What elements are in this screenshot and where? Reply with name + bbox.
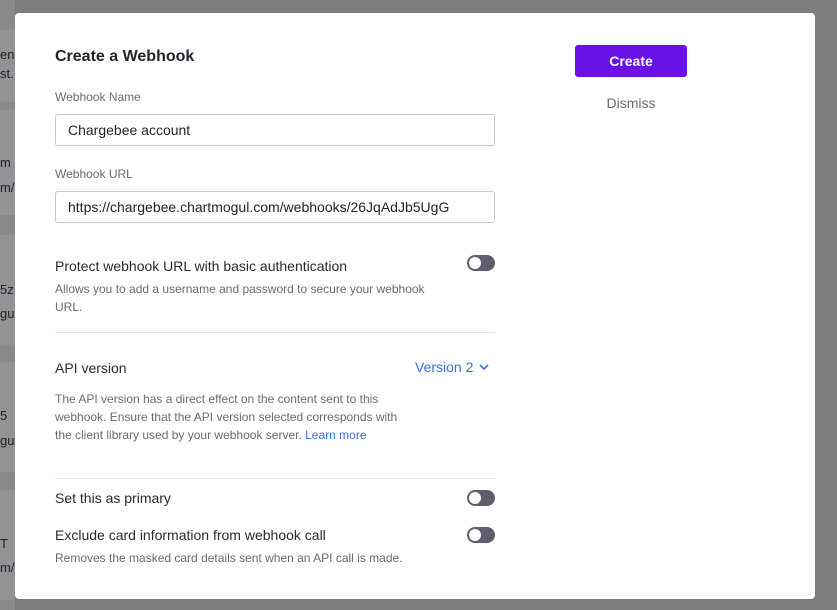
background-text: m/ (0, 560, 15, 575)
background-text: gul (0, 306, 15, 321)
webhook-url-input[interactable] (55, 191, 495, 223)
basic-auth-label: Protect webhook URL with basic authentic… (55, 258, 348, 274)
create-button[interactable]: Create (575, 45, 687, 77)
exclude-card-label: Exclude card information from webhook ca… (55, 527, 326, 543)
webhook-name-label: Webhook Name (55, 90, 141, 104)
learn-more-link[interactable]: Learn more (305, 428, 366, 442)
primary-toggle[interactable] (467, 490, 495, 506)
exclude-card-help: Removes the masked card details sent whe… (55, 551, 403, 565)
webhook-url-label: Webhook URL (55, 167, 133, 181)
background-text: st. (0, 66, 14, 81)
basic-auth-help: Allows you to add a username and passwor… (55, 282, 425, 314)
dialog-title: Create a Webhook (55, 48, 195, 65)
api-version-value: Version 2 (415, 359, 474, 375)
background-text: m (0, 155, 11, 170)
background-text: m/ (0, 180, 15, 195)
create-webhook-dialog: Create a Webhook Create Dismiss Webhook … (15, 13, 815, 599)
primary-label: Set this as primary (55, 490, 171, 506)
background-text: 5 (0, 408, 8, 423)
toggle-knob (469, 257, 481, 269)
toggle-knob (469, 529, 481, 541)
background-text: 5z (0, 282, 14, 297)
api-version-label: API version (55, 360, 127, 376)
chevron-down-icon (479, 363, 489, 371)
dismiss-button[interactable]: Dismiss (575, 95, 687, 111)
basic-auth-toggle[interactable] (467, 255, 495, 271)
background-text: gul (0, 433, 15, 448)
divider (55, 332, 495, 333)
divider (55, 478, 495, 479)
exclude-card-toggle[interactable] (467, 527, 495, 543)
toggle-knob (469, 492, 481, 504)
webhook-name-input[interactable] (55, 114, 495, 146)
background-text: T (0, 536, 8, 551)
api-version-help: The API version has a direct effect on t… (55, 390, 405, 444)
api-version-select[interactable]: Version 2 (415, 359, 489, 375)
background-text: ent (0, 47, 15, 62)
